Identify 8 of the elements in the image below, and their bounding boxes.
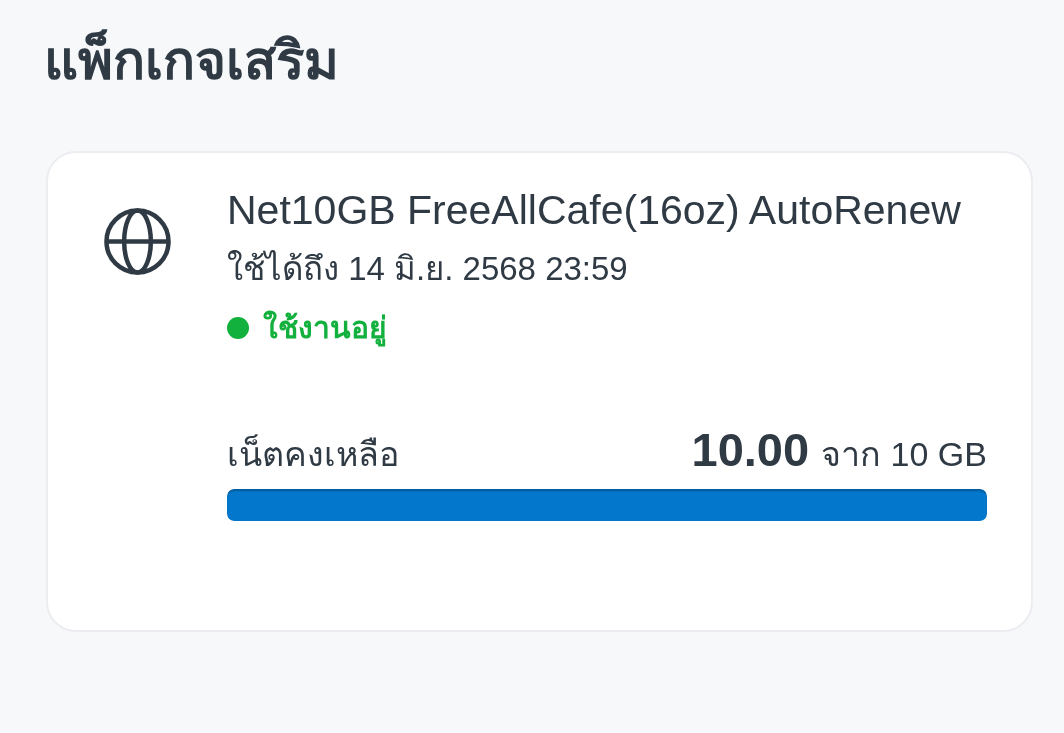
globe-icon bbox=[104, 207, 171, 275]
status-label: ใช้งานอยู่ bbox=[263, 307, 387, 349]
package-name: Net10GB FreeAllCafe(16oz) AutoRenew bbox=[227, 185, 962, 235]
remaining-amount: 10.00 bbox=[691, 422, 810, 479]
expiry-date: ใช้ได้ถึง 14 มิ.ย. 2568 23:59 bbox=[227, 249, 629, 290]
page-title: แพ็กเกจเสริม bbox=[44, 28, 340, 92]
remaining-label: เน็ตคงเหลือ bbox=[227, 433, 399, 476]
total-amount: จาก 10 GB bbox=[821, 434, 987, 476]
